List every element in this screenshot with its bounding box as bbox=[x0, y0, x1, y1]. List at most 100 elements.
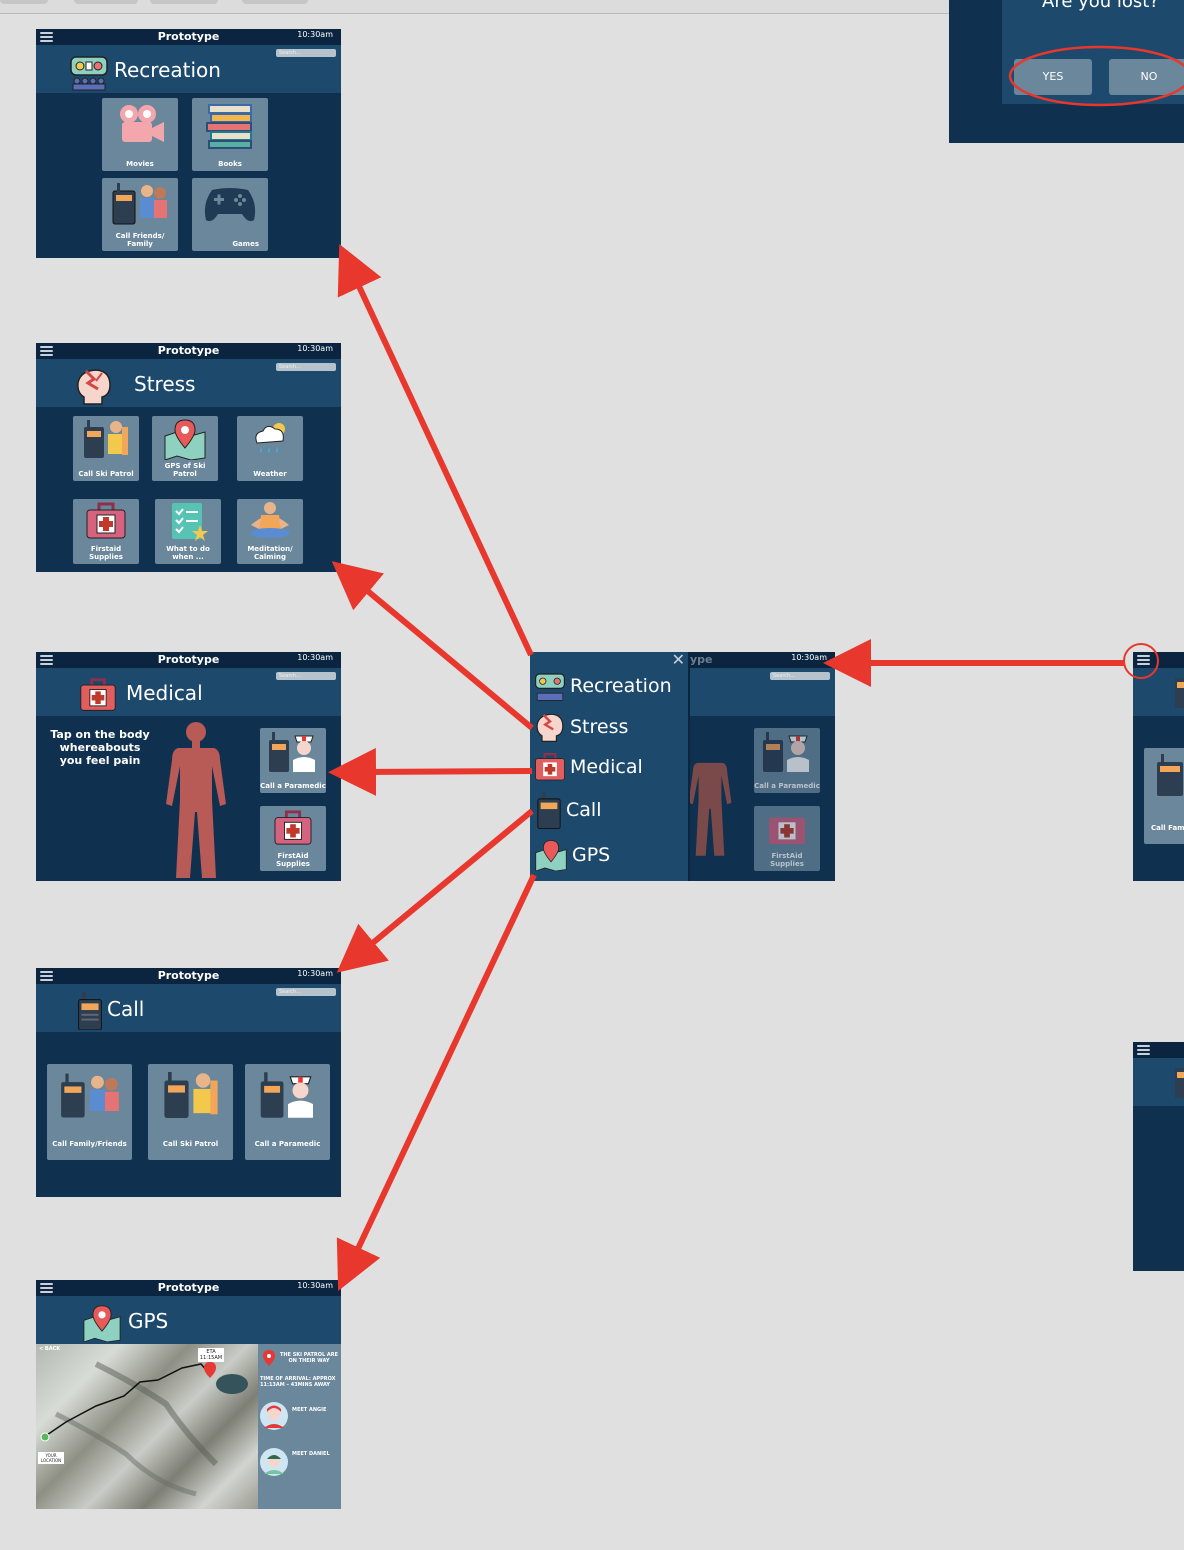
section-header: Search... Recreation bbox=[36, 45, 341, 93]
gps-ski-patrol-tile[interactable]: GPS of Ski Patrol bbox=[152, 416, 218, 481]
section-title: GPS bbox=[128, 1309, 169, 1333]
map-pin-icon bbox=[83, 1305, 121, 1342]
search-input[interactable]: Search... bbox=[276, 363, 336, 371]
call-paramedic-tile[interactable]: Call a Paramedic bbox=[260, 728, 326, 793]
frame-header: Prototype 10:30am bbox=[36, 343, 341, 359]
what-to-do-tile[interactable]: What to do when ... bbox=[155, 499, 221, 564]
search-input[interactable]: Search... bbox=[770, 672, 830, 680]
menu-item-gps[interactable]: GPS bbox=[534, 839, 610, 871]
frame-header bbox=[1133, 652, 1184, 668]
satellite-map[interactable]: < BACK ETA 11:15AM YOUR LOCATION bbox=[36, 1344, 258, 1509]
menu-item-recreation[interactable]: Recreation bbox=[534, 670, 672, 702]
call-paramedic-tile[interactable]: Call a Paramedic bbox=[245, 1064, 330, 1160]
tile-label: Firstaid Supplies bbox=[89, 545, 123, 561]
clock: 10:30am bbox=[297, 344, 333, 353]
stress-frame: Prototype 10:30am Search... Stress Call … bbox=[36, 343, 341, 572]
call-family-tile[interactable]: Call Fami bbox=[1144, 748, 1184, 844]
call-ski-patrol-tile[interactable]: Call Ski Patrol bbox=[73, 416, 139, 481]
call-family-friends-tile[interactable]: Call Family/Friends bbox=[47, 1064, 132, 1160]
weather-tile[interactable]: Weather bbox=[237, 416, 303, 481]
hamburger-icon[interactable] bbox=[1137, 655, 1150, 666]
location-pin-icon bbox=[263, 1350, 275, 1366]
walkie-talkie-patrol-icon bbox=[84, 420, 128, 458]
walkie-talkie-family-icon bbox=[112, 183, 167, 225]
toolbar-tab[interactable] bbox=[0, 0, 48, 4]
frame-header: Prototype 10:30am bbox=[36, 968, 341, 984]
tile-label: Call a Paramedic bbox=[754, 782, 820, 790]
arrow-to-recreation bbox=[337, 243, 534, 657]
menu-item-medical[interactable]: Medical bbox=[534, 752, 643, 782]
map-pin-icon bbox=[164, 419, 206, 460]
back-link[interactable]: < BACK bbox=[39, 1346, 60, 1352]
tile-label: Movies bbox=[126, 160, 154, 168]
menu-item-label: Stress bbox=[570, 716, 629, 738]
section-header bbox=[1133, 668, 1184, 716]
checklist-icon bbox=[172, 503, 208, 541]
yes-button[interactable]: YES bbox=[1014, 59, 1092, 95]
search-input[interactable]: Search... bbox=[276, 672, 336, 680]
tile-label: Call Friends/ Family bbox=[115, 232, 165, 248]
section-header: GPS bbox=[36, 1296, 341, 1344]
stress-head-icon bbox=[77, 369, 111, 405]
frame-title: Prototype bbox=[157, 969, 220, 982]
call-ski-patrol-tile[interactable]: Call Ski Patrol bbox=[148, 1064, 233, 1160]
walkie-talkie-icon bbox=[537, 791, 561, 830]
call-paramedic-tile[interactable]: Call a Paramedic bbox=[754, 728, 820, 793]
call-friends-family-tile[interactable]: Call Friends/ Family bbox=[102, 178, 178, 251]
search-input[interactable]: Search... bbox=[276, 49, 336, 57]
tile-label: Call Fami bbox=[1151, 824, 1184, 832]
search-input[interactable]: Search... bbox=[276, 988, 336, 996]
meet-angie: MEET ANGIE bbox=[292, 1407, 327, 1413]
hamburger-icon[interactable] bbox=[1137, 1045, 1150, 1056]
tile-label: Call Ski Patrol bbox=[162, 1140, 219, 1148]
lost-dialog-frame: Are you lost? YES NO bbox=[949, 0, 1184, 143]
section-title: Medical bbox=[126, 681, 203, 705]
no-button[interactable]: NO bbox=[1109, 59, 1184, 95]
frame-title-partial: ype bbox=[690, 653, 713, 666]
menu-item-stress[interactable]: Stress bbox=[534, 710, 628, 744]
tile-label: Games bbox=[232, 240, 259, 248]
menu-item-label: Medical bbox=[570, 756, 643, 778]
movies-tile[interactable]: Movies bbox=[102, 98, 178, 171]
arrow-to-medical bbox=[328, 747, 533, 796]
angie-avatar[interactable] bbox=[260, 1402, 288, 1430]
daniel-avatar[interactable] bbox=[260, 1448, 288, 1476]
close-icon[interactable]: ✕ bbox=[672, 652, 685, 669]
section-header bbox=[1133, 1058, 1184, 1106]
toolbar-tab[interactable] bbox=[150, 0, 218, 4]
section-title: Call bbox=[107, 997, 145, 1021]
section-header: Search... Call bbox=[36, 984, 341, 1032]
walkie-talkie-icon bbox=[78, 992, 102, 1030]
call-frame: Prototype 10:30am Search... Call Call Fa… bbox=[36, 968, 341, 1197]
gps-info-panel: THE SKI PATROL ARE ON THEIR WAY TIME OF … bbox=[258, 1344, 341, 1509]
first-aid-kit-icon bbox=[80, 678, 116, 711]
first-aid-kit-icon bbox=[535, 752, 565, 781]
toolbar-tab[interactable] bbox=[242, 0, 308, 4]
paramedic-icon bbox=[269, 732, 315, 772]
first-aid-kit-icon bbox=[769, 817, 805, 845]
section-header: Search... Medical bbox=[36, 668, 341, 716]
tile-label: Call a Paramedic bbox=[260, 782, 326, 790]
firstaid-supplies-tile[interactable]: Firstaid Supplies bbox=[73, 499, 139, 564]
frame-header: Prototype 10:30am bbox=[36, 29, 341, 45]
walkie-talkie-family-icon bbox=[60, 1073, 119, 1118]
section-header: Search... Stress bbox=[36, 359, 341, 407]
games-tile[interactable]: Games bbox=[192, 178, 268, 251]
human-body-figure[interactable] bbox=[154, 720, 238, 880]
section-title: Stress bbox=[134, 372, 196, 396]
firstaid-supplies-tile[interactable]: FirstAid Supplies bbox=[260, 806, 326, 871]
recreation-icon bbox=[70, 56, 108, 91]
tile-label: FirstAid Supplies bbox=[276, 852, 310, 868]
menu-item-call[interactable]: Call bbox=[536, 790, 601, 830]
right-partial-frame-2 bbox=[1133, 1042, 1184, 1271]
meditation-tile[interactable]: Meditation/ Calming bbox=[237, 499, 303, 564]
clock: 10:30am bbox=[297, 653, 333, 662]
menu-item-label: Recreation bbox=[570, 675, 672, 697]
toolbar-tab[interactable] bbox=[74, 0, 138, 4]
firstaid-supplies-tile[interactable]: FirstAid Supplies bbox=[754, 806, 820, 871]
books-tile[interactable]: Books bbox=[192, 98, 268, 171]
section-title: Recreation bbox=[114, 58, 221, 82]
arrow-to-stress bbox=[331, 561, 534, 731]
right-partial-frame: Call Fami bbox=[1133, 652, 1184, 881]
recreation-icon bbox=[535, 673, 565, 701]
